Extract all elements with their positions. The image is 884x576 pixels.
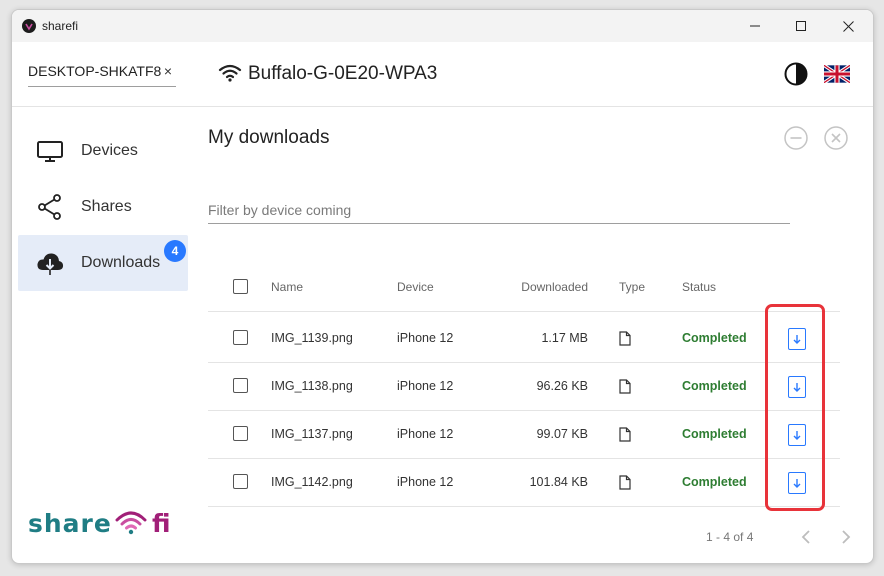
sidebar-item-shares[interactable]: Shares [18,179,188,235]
status-badge: Completed [682,331,747,345]
file-name: IMG_1142.png [271,475,353,489]
select-all-checkbox[interactable] [233,279,248,294]
app-logo-icon [22,19,36,33]
device-name: iPhone 12 [397,379,454,393]
svg-text:share: share [28,509,112,538]
sidebar-item-label: Downloads [81,254,161,271]
sidebar-item-downloads[interactable]: Downloads 4 [18,235,188,291]
sidebar-item-label: Shares [81,198,132,215]
chevron-right-icon [842,530,851,544]
file-type-cell [619,410,631,458]
page-title: My downloads [208,127,330,148]
file-icon [619,330,631,346]
row-checkbox[interactable] [233,378,248,393]
file-type-cell [619,362,631,410]
column-header-type[interactable]: Type [619,263,645,311]
sharefi-logo: share fi [28,509,171,538]
device-chip[interactable]: DESKTOP-SHKATF8 × [28,62,176,87]
status-badge: Completed [682,427,747,441]
download-buttons-highlight [765,304,825,511]
filter-input[interactable] [208,197,790,224]
app-window: sharefi DESKTOP-SHKATF8 × Buffalo-G-0E20… [11,9,874,564]
row-checkbox[interactable] [233,426,248,441]
monitor-icon [37,141,63,162]
file-name: IMG_1138.png [271,379,353,393]
chip-close-icon[interactable]: × [164,63,172,79]
device-chip-label: DESKTOP-SHKATF8 [28,63,162,79]
device-name: iPhone 12 [397,427,454,441]
file-icon [619,426,631,442]
column-header-name[interactable]: Name [271,263,303,311]
downloaded-size: 1.17 MB [541,331,588,345]
theme-toggle-icon[interactable] [784,62,808,86]
network-name: Buffalo-G-0E20-WPA3 [248,63,438,84]
window-title: sharefi [42,19,79,33]
status-badge: Completed [682,475,747,489]
table-header-row: Name Device Downloaded Type Status [208,263,840,312]
row-checkbox[interactable] [233,474,248,489]
remove-circle-icon[interactable] [784,126,808,150]
device-name: iPhone 12 [397,331,454,345]
table-row: IMG_1138.png iPhone 12 96.26 KB Complete… [208,362,840,411]
status-badge: Completed [682,379,747,393]
app-header: DESKTOP-SHKATF8 × Buffalo-G-0E20-WPA3 [12,42,873,107]
file-icon [619,378,631,394]
minimize-icon [750,25,760,27]
table-row: IMG_1142.png iPhone 12 101.84 KB Complet… [208,458,840,507]
clear-circle-icon[interactable] [824,126,848,150]
maximize-icon [796,21,806,31]
share-icon [38,194,61,220]
sidebar-item-devices[interactable]: Devices [18,123,188,179]
close-window-button[interactable] [825,10,871,42]
file-type-cell [619,458,631,506]
svg-text:fi: fi [152,509,171,538]
cloud-download-icon [37,253,64,275]
downloaded-size: 101.84 KB [529,475,588,489]
chevron-left-icon [801,530,810,544]
main-content: My downloads Name Device Downloaded Type… [208,107,873,563]
column-header-device[interactable]: Device [397,263,434,311]
uk-flag-icon[interactable] [824,65,850,83]
file-type-cell [619,314,631,362]
pagination-range: 1 - 4 of 4 [706,530,754,544]
file-name: IMG_1137.png [271,427,353,441]
maximize-button[interactable] [778,10,824,42]
title-bar: sharefi [12,10,873,42]
downloaded-size: 99.07 KB [536,427,588,441]
file-name: IMG_1139.png [271,331,353,345]
minimize-button[interactable] [732,10,778,42]
downloads-count-badge: 4 [164,240,186,262]
previous-page-button[interactable] [796,527,816,547]
file-icon [619,474,631,490]
device-name: iPhone 12 [397,475,454,489]
column-header-downloaded[interactable]: Downloaded [508,263,588,311]
sidebar: Devices Shares Downloads 4 share fi [12,107,197,563]
row-checkbox[interactable] [233,330,248,345]
column-header-status[interactable]: Status [682,263,716,311]
wifi-icon [218,64,242,82]
sidebar-item-label: Devices [81,142,138,159]
table-row: IMG_1139.png iPhone 12 1.17 MB Completed [208,314,840,363]
next-page-button[interactable] [836,527,856,547]
close-icon [842,20,854,32]
table-row: IMG_1137.png iPhone 12 99.07 KB Complete… [208,410,840,459]
downloaded-size: 96.26 KB [536,379,588,393]
